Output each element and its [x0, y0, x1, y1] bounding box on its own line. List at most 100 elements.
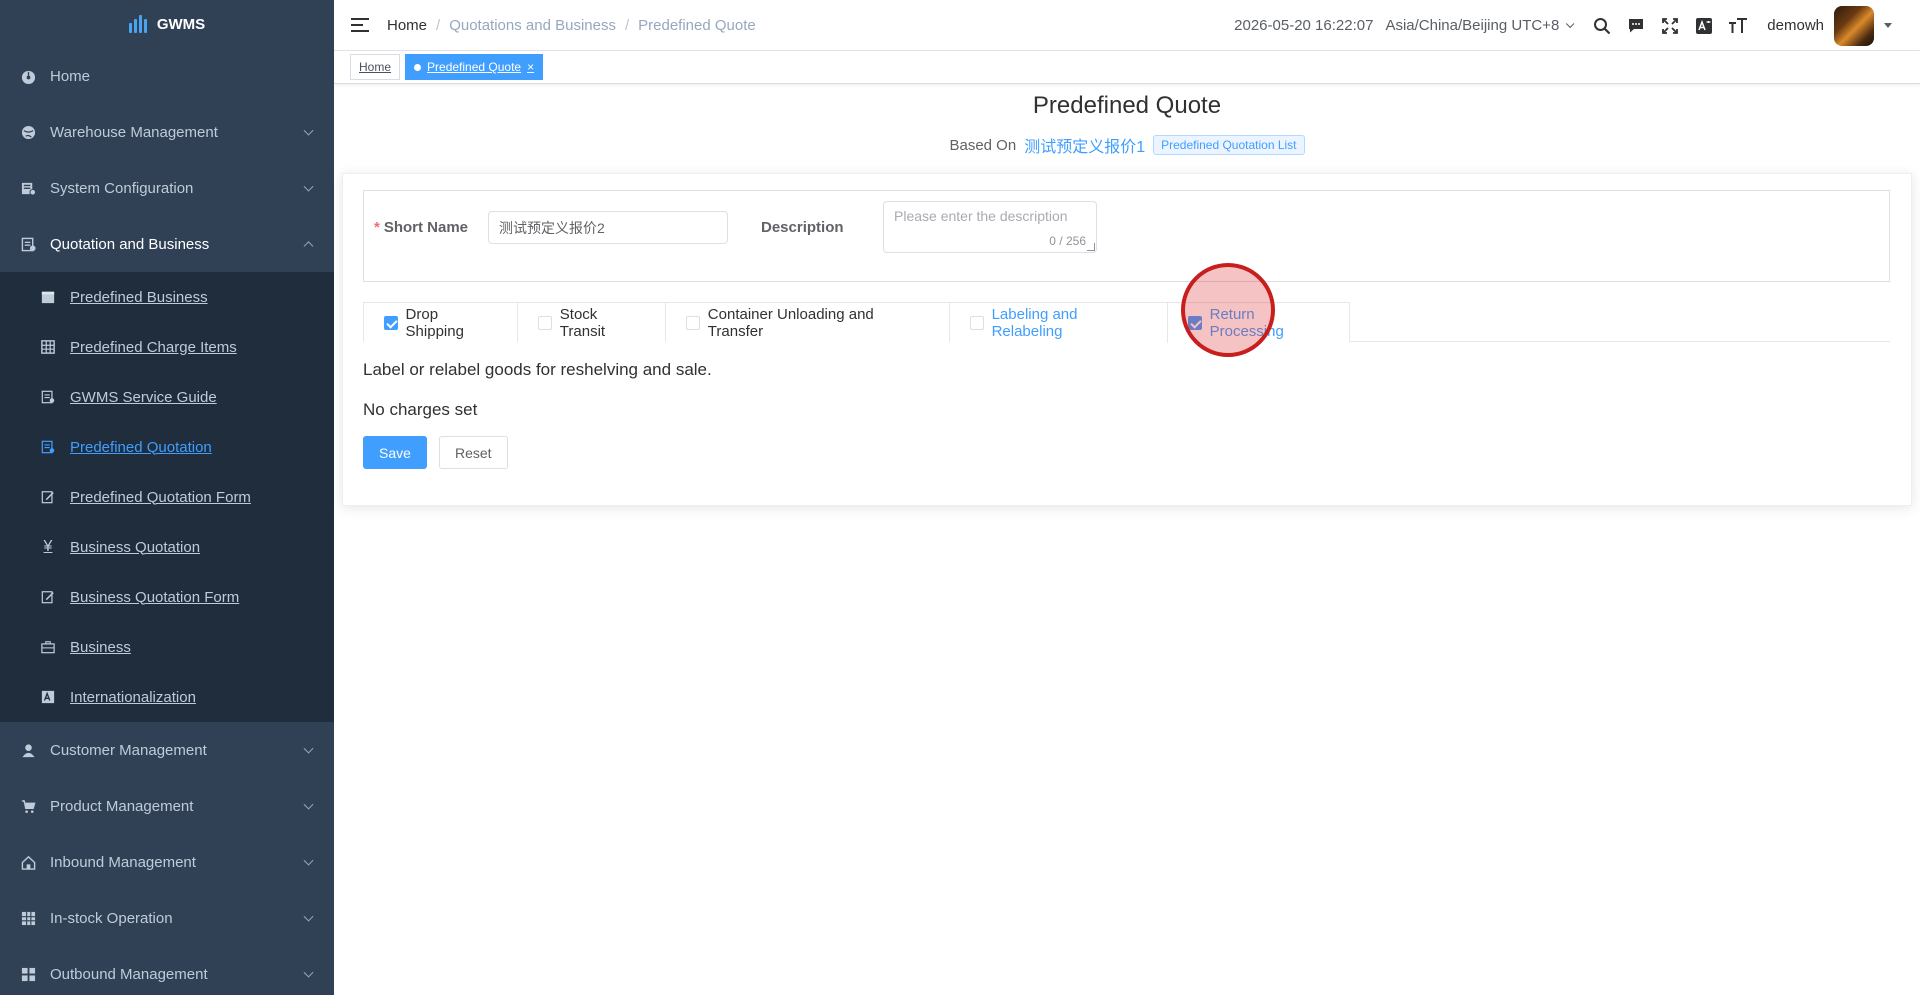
chevron-down-icon [303, 125, 314, 136]
tags-view: Home Predefined Quote × [334, 51, 1920, 84]
short-name-input[interactable]: 测试预定义报价2 [488, 211, 728, 244]
description-label: Description [761, 219, 844, 236]
avatar[interactable] [1834, 5, 1874, 46]
timezone-value: Asia/China/Beijing UTC+8 [1385, 17, 1560, 34]
sidebar-item-customer-management[interactable]: Customer Management [0, 722, 334, 778]
house-icon [20, 854, 36, 870]
sidebar-item-label: System Configuration [50, 179, 194, 197]
save-button[interactable]: Save [363, 436, 427, 469]
checkbox-checked[interactable] [1188, 315, 1202, 330]
checkbox[interactable] [970, 316, 984, 330]
font-size-icon[interactable] [1728, 16, 1748, 36]
sidebar-item-in-stock-operation[interactable]: In-stock Operation [0, 890, 334, 946]
chevron-down-icon [303, 799, 314, 810]
checkbox[interactable] [686, 315, 700, 330]
header-toolbar: 2026-05-20 16:22:07 Asia/China/Beijing U… [1234, 0, 1892, 51]
apps-icon [20, 966, 36, 982]
sidebar: GWMS Home Warehouse Management System Co… [0, 0, 334, 995]
chevron-up-icon [303, 241, 314, 252]
sidebar-item-predefined-quotation[interactable]: Predefined Quotation [0, 422, 334, 472]
based-on-link[interactable]: 测试预定义报价1 [1024, 133, 1145, 157]
sidebar-item-home[interactable]: Home [0, 48, 334, 104]
required-mark: * [374, 219, 380, 236]
sidebar-item-product-management[interactable]: Product Management [0, 778, 334, 834]
business-description: Label or relabel goods for reshelving an… [363, 360, 712, 379]
tab-stock-transit[interactable]: Stock Transit [518, 302, 666, 342]
sidebar-item-outbound-management[interactable]: Outbound Management [0, 946, 334, 995]
sidebar-item-label: Home [50, 67, 91, 85]
sidebar-item-label: Quotation and Business [50, 235, 210, 253]
sidebar-item-business-quotation[interactable]: ¥ Business Quotation [0, 522, 334, 572]
app-title: GWMS [156, 15, 206, 33]
sidebar-item-label: In-stock Operation [50, 909, 173, 927]
tab-drop-shipping[interactable]: Drop Shipping [363, 302, 518, 342]
sidebar-item-label: Predefined Quotation Form [70, 488, 251, 506]
description-placeholder: Please enter the description [894, 208, 1068, 224]
cart-icon [20, 798, 36, 814]
breadcrumb-quotations-and-business[interactable]: Quotations and Business [449, 17, 616, 34]
breadcrumb-separator: / [436, 16, 441, 34]
form-edit-icon [40, 589, 56, 605]
close-icon[interactable]: × [527, 60, 534, 74]
sidebar-item-quotation-and-business[interactable]: Quotation and Business [0, 216, 334, 272]
tab-return-processing[interactable]: Return Processing [1168, 302, 1350, 342]
sidebar-item-label: Customer Management [50, 741, 207, 759]
timezone-select[interactable]: Asia/China/Beijing UTC+8 [1385, 17, 1575, 34]
tab-labeling-and-relabeling[interactable]: Labeling and Relabeling [950, 302, 1168, 343]
message-icon[interactable] [1626, 16, 1646, 36]
checkbox[interactable] [538, 315, 552, 330]
table-icon [40, 339, 56, 355]
logo-icon [128, 15, 147, 33]
top-header: Home / Quotations and Business / Predefi… [334, 0, 1920, 51]
sidebar-item-business-quotation-form[interactable]: Business Quotation Form [0, 572, 334, 622]
sidebar-item-predefined-business[interactable]: Predefined Business [0, 272, 334, 322]
sidebar-item-warehouse-management[interactable]: Warehouse Management [0, 104, 334, 160]
sidebar-item-internationalization[interactable]: Internationalization [0, 672, 334, 722]
reset-button[interactable]: Reset [439, 436, 508, 469]
menu-toggle-icon[interactable] [351, 18, 369, 32]
quotation-doc-icon [40, 439, 56, 455]
chevron-down-icon [1566, 19, 1575, 28]
username[interactable]: demowh [1767, 17, 1824, 34]
predefined-quotation-list-tag[interactable]: Predefined Quotation List [1153, 135, 1305, 155]
page-title: Predefined Quote [1032, 92, 1222, 119]
sidebar-item-predefined-charge-items[interactable]: Predefined Charge Items [0, 322, 334, 372]
calendar-icon [40, 289, 56, 305]
breadcrumb-separator: / [624, 16, 630, 34]
sidebar-item-predefined-quotation-form[interactable]: Predefined Quotation Form [0, 472, 334, 522]
tag-predefined-quote[interactable]: Predefined Quote × [405, 54, 544, 80]
tag-home[interactable]: Home [350, 54, 401, 80]
quotation-submenu: Predefined Business Predefined Charge It… [0, 272, 334, 722]
sidebar-item-label: Inbound Management [50, 853, 196, 871]
tag-label: Predefined Quote [427, 60, 522, 74]
sidebar-item-system-configuration[interactable]: System Configuration [0, 160, 334, 216]
checkbox-checked[interactable] [384, 315, 398, 330]
app-logo[interactable]: GWMS [0, 0, 334, 48]
guide-icon [40, 389, 56, 405]
caret-down-icon[interactable] [1884, 23, 1892, 28]
business-tabs: Drop Shipping Stock Transit Container Un… [363, 302, 1890, 343]
config-icon [20, 180, 36, 196]
breadcrumb-home[interactable]: Home [387, 17, 427, 34]
breadcrumb-current: Predefined Quote [638, 16, 756, 34]
sidebar-item-business[interactable]: Business [0, 622, 334, 672]
description-textarea[interactable]: Please enter the description 0 / 256 [883, 201, 1097, 253]
tab-label: Container Unloading and Transfer [707, 305, 874, 340]
chevron-down-icon [303, 181, 314, 192]
resize-handle-icon[interactable] [1087, 243, 1095, 251]
description-char-count: 0 / 256 [1049, 234, 1086, 248]
chevron-down-icon [303, 743, 314, 754]
search-icon[interactable] [1592, 16, 1612, 36]
quotation-icon [20, 236, 36, 252]
sidebar-item-label: Business [70, 638, 131, 656]
sidebar-item-label: Internationalization [70, 688, 196, 706]
sidebar-item-gwms-service-guide[interactable]: GWMS Service Guide [0, 372, 334, 422]
sidebar-item-label: Predefined Business [70, 288, 208, 306]
globe-icon [20, 124, 36, 140]
language-icon[interactable] [1694, 16, 1714, 36]
tab-container-unloading-and-transfer[interactable]: Container Unloading and Transfer [666, 302, 950, 342]
chevron-down-icon [303, 855, 314, 866]
sidebar-item-inbound-management[interactable]: Inbound Management [0, 834, 334, 890]
fullscreen-icon[interactable] [1660, 16, 1680, 36]
chevron-down-icon [303, 967, 314, 978]
